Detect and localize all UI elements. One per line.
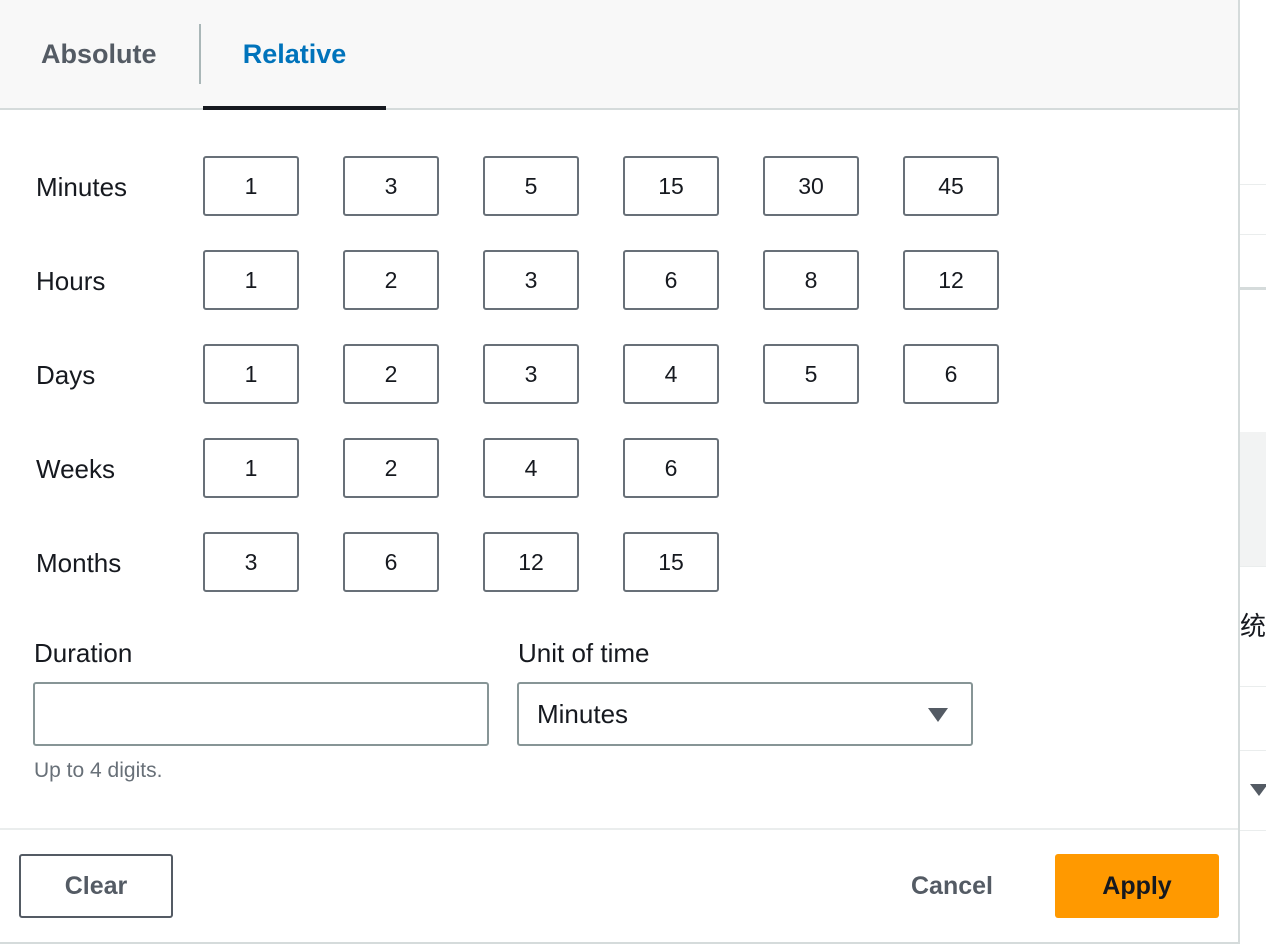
duration-hint: Up to 4 digits. [34, 759, 163, 782]
tab-divider [199, 24, 201, 84]
option-hours-2[interactable]: 2 [343, 250, 439, 310]
unit-select[interactable]: Minutes [517, 682, 973, 746]
option-weeks-6[interactable]: 6 [623, 438, 719, 498]
option-days-1[interactable]: 1 [203, 344, 299, 404]
date-range-picker-panel: Absolute Relative Minutes 1 3 5 15 30 45… [0, 0, 1240, 944]
unit-label: Unit of time [518, 638, 650, 668]
background-caret-icon [1250, 784, 1266, 796]
option-hours-8[interactable]: 8 [763, 250, 859, 310]
option-days-5[interactable]: 5 [763, 344, 859, 404]
option-minutes-45[interactable]: 45 [903, 156, 999, 216]
option-minutes-15[interactable]: 15 [623, 156, 719, 216]
row-label-days: Days [36, 360, 96, 390]
option-days-6[interactable]: 6 [903, 344, 999, 404]
option-minutes-1[interactable]: 1 [203, 156, 299, 216]
option-days-4[interactable]: 4 [623, 344, 719, 404]
caret-down-icon [928, 708, 948, 722]
tab-absolute[interactable]: Absolute [41, 0, 157, 108]
option-days-3[interactable]: 3 [483, 344, 579, 404]
option-minutes-3[interactable]: 3 [343, 156, 439, 216]
background-text: 统计 [1240, 611, 1266, 641]
option-months-15[interactable]: 15 [623, 532, 719, 592]
option-weeks-1[interactable]: 1 [203, 438, 299, 498]
footer-divider [0, 828, 1238, 830]
option-minutes-5[interactable]: 5 [483, 156, 579, 216]
option-days-2[interactable]: 2 [343, 344, 439, 404]
option-minutes-30[interactable]: 30 [763, 156, 859, 216]
option-weeks-2[interactable]: 2 [343, 438, 439, 498]
tab-relative[interactable]: Relative [203, 0, 386, 110]
cancel-button[interactable]: Cancel [888, 854, 1016, 918]
row-label-hours: Hours [36, 266, 106, 296]
background-page: 统计 [1240, 0, 1266, 946]
duration-input[interactable] [33, 682, 489, 746]
option-months-3[interactable]: 3 [203, 532, 299, 592]
clear-button[interactable]: Clear [19, 854, 173, 918]
row-label-minutes: Minutes [36, 172, 128, 202]
option-hours-1[interactable]: 1 [203, 250, 299, 310]
option-months-6[interactable]: 6 [343, 532, 439, 592]
row-label-months: Months [36, 548, 122, 578]
row-label-weeks: Weeks [36, 454, 115, 484]
option-weeks-4[interactable]: 4 [483, 438, 579, 498]
apply-button[interactable]: Apply [1055, 854, 1219, 918]
option-hours-3[interactable]: 3 [483, 250, 579, 310]
option-months-12[interactable]: 12 [483, 532, 579, 592]
unit-select-value: Minutes [537, 699, 629, 729]
duration-label: Duration [34, 638, 133, 668]
option-hours-12[interactable]: 12 [903, 250, 999, 310]
option-hours-6[interactable]: 6 [623, 250, 719, 310]
tab-bar: Absolute Relative [0, 0, 1238, 110]
